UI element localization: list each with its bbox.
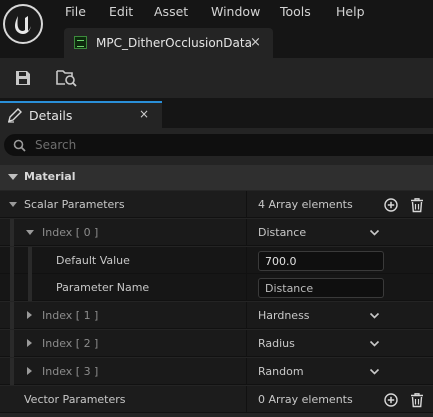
document-tab[interactable]: MPC_DitherOcclusionData × [64,28,273,58]
vector-parameters-row: Vector Parameters 0 Array elements [0,386,433,413]
material-parameter-collection-icon [74,36,87,49]
browse-asset-button[interactable] [55,66,79,90]
category-material[interactable]: Material [0,165,433,190]
title-bar: File Edit Asset Window Tools Help MPC_Di… [0,0,433,62]
scalar-parameters-row: Scalar Parameters 4 Array elements [0,191,433,218]
expand-arrow-icon[interactable] [27,339,32,347]
search-box [4,134,433,156]
search-icon [13,139,26,152]
search-input[interactable] [35,136,425,154]
menu-edit[interactable]: Edit [109,4,133,19]
array-index-label: Index [ 0 ] [42,226,99,239]
array-element-row: Index [ 1 ] Hardness [0,302,433,329]
add-element-icon[interactable] [383,197,399,213]
array-index-label: Index [ 2 ] [42,337,99,350]
chevron-down-icon[interactable] [369,338,380,349]
property-name: Default Value [56,254,130,267]
expand-arrow-icon[interactable] [27,311,32,319]
array-element-value: Radius [258,337,295,350]
trash-icon[interactable] [409,392,425,408]
chevron-down-icon[interactable] [369,310,380,321]
array-index-label: Index [ 3 ] [42,365,99,378]
default-value-row: Default Value [0,247,433,274]
parameter-name-row: Parameter Name [0,274,433,301]
category-label: Material [24,170,76,183]
tab-details[interactable]: Details × [0,101,162,128]
chevron-down-icon[interactable] [369,366,380,377]
property-name: Scalar Parameters [24,198,125,211]
add-element-icon[interactable] [383,392,399,408]
document-tab-close-icon[interactable]: × [250,35,261,50]
property-name: Parameter Name [56,281,150,294]
expand-arrow-icon[interactable] [27,367,32,375]
expand-arrow-icon[interactable] [9,202,17,207]
details-panel: Material Scalar Parameters 4 Array eleme… [0,128,433,417]
chevron-down-icon[interactable] [369,227,380,238]
array-element-row: Index [ 2 ] Radius [0,330,433,357]
expand-arrow-icon[interactable] [26,230,34,235]
unreal-logo-icon[interactable] [3,4,43,44]
array-count: 4 Array elements [258,198,353,211]
collapse-arrow-icon[interactable] [8,174,18,180]
array-index-label: Index [ 1 ] [42,309,99,322]
tab-details-label: Details [29,108,73,123]
panel-tab-bar: Details × [0,98,433,128]
property-name: Vector Parameters [24,393,126,406]
menu-window[interactable]: Window [211,4,260,19]
save-icon [16,71,30,85]
array-element-row: Index [ 3 ] Random [0,358,433,385]
trash-icon[interactable] [409,197,425,213]
menu-asset[interactable]: Asset [154,4,188,19]
pencil-icon [8,108,22,123]
array-element-value: Distance [258,226,307,239]
parameter-name-input[interactable] [258,278,384,298]
array-element-value: Random [258,365,304,378]
menu-help[interactable]: Help [336,4,365,19]
menu-tools[interactable]: Tools [280,4,311,19]
array-element-value: Hardness [258,309,310,322]
array-count: 0 Array elements [258,393,353,406]
default-value-input[interactable] [258,251,384,271]
document-tab-label: MPC_DitherOcclusionData [96,36,252,50]
save-button[interactable] [11,66,35,90]
tab-details-close-icon[interactable]: × [139,107,149,121]
browse-asset-icon [56,70,77,87]
array-element-row: Index [ 0 ] Distance [0,219,433,246]
toolbar [0,58,433,98]
menu-file[interactable]: File [65,4,86,19]
